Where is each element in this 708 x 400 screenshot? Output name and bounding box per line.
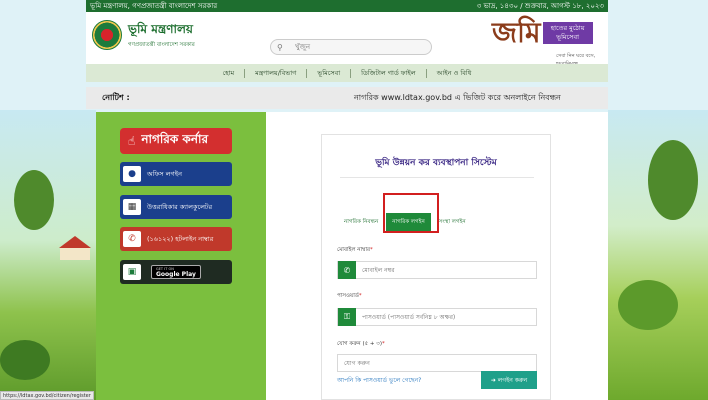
inheritance-calculator-button[interactable]: ▦ উত্তরাধিকার ক্যালকুলেটর [120,195,232,219]
notice-bar: নোটিশ : নাগরিক www.ldtax.gov.bd এ ভিজিট … [86,87,608,109]
login-button[interactable]: ➜ লগইন করুন [481,371,537,389]
mobile-field: ✆ [337,261,537,279]
title-divider [340,177,534,178]
hand-touch-icon: ☝ [128,134,136,148]
nav-ministry[interactable]: মন্ত্রণালয়/বিভাগ [249,68,302,79]
gplay-big-text: Google Play [156,270,196,278]
notice-label: নোটিশ : [102,92,130,102]
citizen-corner-sidebar: ☝ নাগরিক কর্নার ● অফিস লগইন ▦ উত্তরাধিকা… [96,112,266,400]
office-login-button[interactable]: ● অফিস লগইন [120,162,232,186]
tree-icon [648,140,698,220]
site-header: ভূমি মন্ত্রণালয় গণপ্রজাতন্ত্রী বাংলাদেশ… [86,12,608,67]
tab-highlight-box [383,193,439,233]
calculator-icon: ▦ [123,199,141,215]
notice-ticker[interactable]: নাগরিক www.ldtax.gov.bd এ ভিজিট করে অনলা… [354,92,561,105]
search-box: ⚲ [270,39,432,55]
ministry-caption: ভূমি মন্ত্রণালয়, গণপ্রজাতন্ত্রী বাংলাদে… [90,2,218,10]
logo-subtitle: গণপ্রজাতন্ত্রী বাংলাদেশ সরকার [128,41,195,48]
nav-divider [350,68,352,78]
google-play-badge: GET IT ON Google Play [151,265,201,279]
login-arrow-icon: ➜ [490,376,496,384]
citizen-corner-button[interactable]: ☝ নাগরিক কর্নার [120,128,232,154]
status-bar-url: https://ldtax.gov.bd/citizen/register [0,391,94,400]
tree-icon [0,340,50,380]
password-field: ⚿ [337,308,537,326]
captcha-input[interactable] [338,355,534,371]
nav-land-service[interactable]: ভূমিসেবা [311,68,346,79]
nav-divider [425,68,427,78]
nav-divider [306,68,308,78]
hotline-button[interactable]: ✆ (১৬১২২) হটলাইন নাম্বার [120,227,232,251]
office-login-label: অফিস লগইন [147,169,182,178]
background-scenery-right [608,110,708,400]
captcha-field [337,354,537,372]
jomi-brand-logo: জমি হাতের মুঠোয় ভূমিসেবা [492,18,593,48]
phone-icon: ✆ [338,261,356,279]
search-input[interactable] [295,43,425,51]
tree-icon [14,170,54,230]
google-play-button[interactable]: ▣ GET IT ON Google Play [120,260,232,284]
system-title: ভূমি উন্নয়ন কর ব্যবস্থাপনা সিস্টেম [375,158,497,168]
forgot-password-link[interactable]: আপনি কি পাসওয়ার্ড ভুলে গেছেন? [337,375,421,386]
house-icon [59,236,91,260]
logo-title: ভূমি মন্ত্রণালয় [128,21,193,36]
nav-home[interactable]: হোম [217,68,241,79]
mobile-label: মোবাইল নাম্বার* [337,247,373,253]
key-icon: ⚿ [338,308,356,326]
password-input[interactable] [356,309,532,325]
mobile-input[interactable] [356,262,532,278]
tree-icon [618,280,678,330]
search-icon[interactable]: ⚲ [277,43,289,52]
phone-icon: ✆ [123,231,141,247]
calculator-label: উত্তরাধিকার ক্যালকুলেটর [147,202,213,211]
nav-digital-guard-file[interactable]: ডিজিটাল গার্ড ফাইল [355,68,422,79]
government-emblem-icon [92,20,122,50]
brand-word: জমি [492,16,541,49]
nav-divider [244,68,246,78]
user-lock-icon: ● [123,166,141,182]
password-label: পাসওয়ার্ড* [337,293,362,299]
citizen-corner-label: নাগরিক কর্নার [141,132,209,146]
date-caption: ৩ ভাদ্র, ১৪৩০ / শুক্রবার, আগস্ট ১৮, ২০২৩ [476,2,604,10]
main-nav: হোম মন্ত্রণালয়/বিভাগ ভূমিসেবা ডিজিটাল গ… [86,64,608,82]
brand-tagline: হাতের মুঠোয় ভূমিসেবা [542,22,593,44]
main-content: ভূমি উন্নয়ন কর ব্যবস্থাপনা সিস্টেম নাগর… [266,112,608,400]
captcha-label: যোগ করুন (৫ + ৩)* [337,341,385,347]
top-info-bar: ভূমি মন্ত্রণালয়, গণপ্রজাতন্ত্রী বাংলাদে… [86,0,608,12]
login-button-label: লগইন করুন [497,376,528,384]
app-icon: ▣ [123,264,141,280]
login-card: ভূমি উন্নয়ন কর ব্যবস্থাপনা সিস্টেম নাগর… [321,134,551,400]
hotline-label: (১৬১২২) হটলাইন নাম্বার [147,234,214,243]
nav-law-rules[interactable]: আইন ও বিধি [431,68,478,79]
tab-citizen-register[interactable]: নাগরিক নিবন্ধন [338,213,384,231]
ministry-logo[interactable]: ভূমি মন্ত্রণালয় গণপ্রজাতন্ত্রী বাংলাদেশ… [92,20,195,50]
